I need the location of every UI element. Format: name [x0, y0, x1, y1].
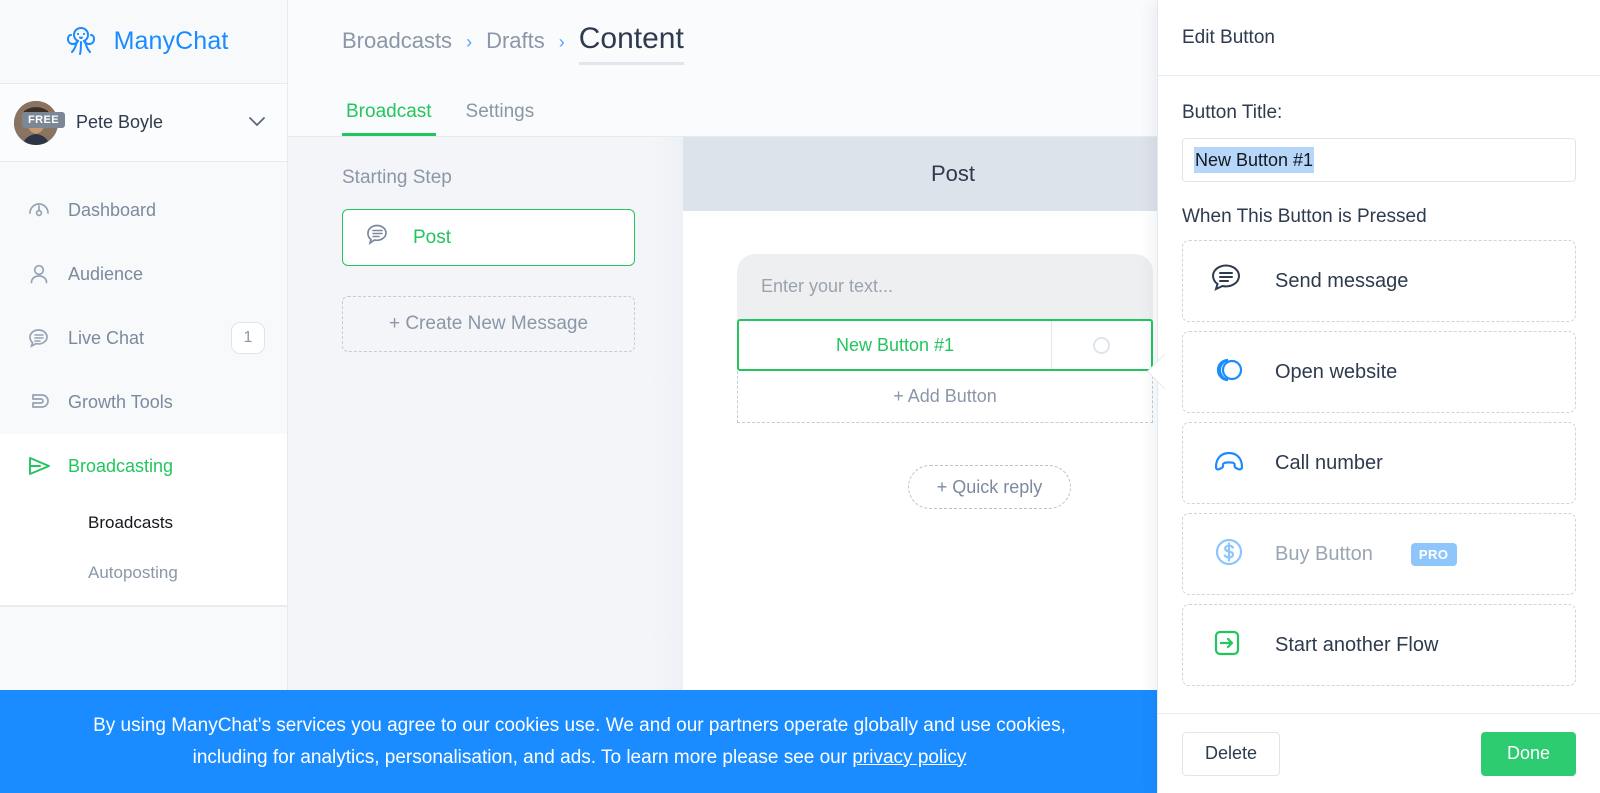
- sidebar-subitem-autoposting[interactable]: Autoposting: [0, 548, 287, 598]
- tab-broadcast[interactable]: Broadcast: [342, 101, 436, 136]
- breadcrumb-separator-icon: ›: [558, 32, 565, 52]
- app-root: ManyChat FREE Pete Boyle Dashboard Audie…: [0, 0, 1600, 793]
- phone-icon: [1209, 443, 1249, 484]
- privacy-policy-link[interactable]: privacy policy: [852, 747, 966, 768]
- sidebar-item-label: Audience: [68, 263, 144, 284]
- action-open-website[interactable]: Open website: [1182, 331, 1576, 413]
- breadcrumb: Broadcasts › Drafts › Content: [342, 22, 684, 65]
- action-start-another-flow[interactable]: Start another Flow: [1182, 604, 1576, 686]
- panel-footer: Delete Done: [1158, 713, 1600, 793]
- action-buy-button[interactable]: Buy Button PRO: [1182, 513, 1576, 595]
- sidebar-subitem-label: Autoposting: [88, 563, 178, 582]
- preview-button-connector[interactable]: [1051, 321, 1151, 369]
- add-button-label: + Add Button: [893, 386, 997, 406]
- sidebar-item-label: Broadcasting: [68, 455, 174, 476]
- sidebar-group-broadcasting: Broadcasting Broadcasts Autoposting: [0, 434, 287, 606]
- sidebar-item-broadcasting[interactable]: Broadcasting: [0, 434, 287, 498]
- person-icon: [26, 261, 68, 287]
- step-card-post[interactable]: Post: [342, 209, 635, 266]
- message-lines-icon: [365, 222, 395, 254]
- brand-logo[interactable]: ManyChat: [0, 0, 287, 84]
- edit-button-panel: Edit Button Button Title: New Button #1 …: [1157, 0, 1600, 793]
- sidebar: ManyChat FREE Pete Boyle Dashboard Audie…: [0, 0, 288, 793]
- quick-reply-button[interactable]: + Quick reply: [907, 465, 1072, 509]
- sidebar-bottom-area: [0, 606, 287, 793]
- preview-title: Post: [930, 161, 976, 186]
- action-label: Open website: [1275, 360, 1398, 383]
- gauge-icon: [26, 197, 68, 223]
- preview-button-row[interactable]: New Button #1: [737, 319, 1153, 371]
- chat-bubble-icon: [26, 325, 68, 351]
- panel-title: Edit Button: [1182, 26, 1275, 48]
- create-new-message-label: + Create New Message: [388, 313, 589, 334]
- tab-settings[interactable]: Settings: [462, 101, 539, 136]
- cookie-banner-text: By using ManyChat's services you agree t…: [80, 710, 1080, 774]
- profile-switcher[interactable]: FREE Pete Boyle: [0, 84, 287, 162]
- add-button[interactable]: + Add Button: [737, 371, 1153, 423]
- manychat-octopus-logo-icon: [59, 22, 103, 62]
- profile-name: Pete Boyle: [76, 112, 164, 132]
- action-list: Send message Open website Call number Bu…: [1182, 240, 1576, 686]
- delete-button[interactable]: Delete: [1182, 731, 1281, 776]
- step-card-label: Post: [413, 226, 452, 248]
- pro-badge: PRO: [1410, 542, 1457, 566]
- preview-title-bar: Post: [683, 137, 1223, 211]
- sidebar-item-audience[interactable]: Audience: [0, 242, 287, 306]
- cookie-line-1: By using ManyChat's services you agree t…: [93, 714, 1066, 736]
- sidebar-item-live-chat[interactable]: Live Chat 1: [0, 306, 287, 370]
- when-pressed-label: When This Button is Pressed: [1182, 206, 1427, 227]
- sidebar-item-label: Growth Tools: [68, 391, 173, 412]
- action-label: Send message: [1275, 269, 1409, 292]
- cookie-line-2: including for analytics, personalisation…: [192, 746, 853, 768]
- plan-badge: FREE: [22, 112, 65, 128]
- button-title-field-shell: New Button #1: [1182, 138, 1576, 182]
- action-send-message[interactable]: Send message: [1182, 240, 1576, 322]
- preview-button-label: New Button #1: [835, 334, 955, 355]
- action-label: Call number: [1275, 451, 1383, 474]
- page-tabs: Broadcast Settings: [342, 101, 538, 136]
- sidebar-item-growth-tools[interactable]: Growth Tools: [0, 370, 287, 434]
- message-bubble-wrap: Enter your text... New Button #1 + Add B…: [683, 211, 1153, 509]
- sidebar-item-dashboard[interactable]: Dashboard: [0, 178, 287, 242]
- dollar-circle-icon: [1209, 534, 1249, 575]
- message-lines-icon: [1209, 261, 1249, 302]
- message-text-placeholder: Enter your text...: [761, 276, 894, 296]
- sidebar-subitem-broadcasts[interactable]: Broadcasts: [0, 498, 287, 548]
- sidebar-nav: Dashboard Audience Live Chat 1 Growth To…: [0, 162, 287, 793]
- button-title-input[interactable]: [1182, 138, 1576, 182]
- button-title-label: Button Title:: [1182, 102, 1283, 123]
- brand-name: ManyChat: [113, 27, 229, 55]
- action-call-number[interactable]: Call number: [1182, 422, 1576, 504]
- cookie-banner: By using ManyChat's services you agree t…: [0, 690, 1159, 793]
- create-new-message-button[interactable]: + Create New Message: [342, 296, 635, 352]
- sidebar-subitem-label: Broadcasts: [88, 513, 174, 532]
- breadcrumb-item-broadcasts[interactable]: Broadcasts: [342, 28, 452, 54]
- panel-header: Edit Button: [1158, 0, 1600, 76]
- live-chat-count-badge: 1: [231, 322, 265, 354]
- panel-body: Button Title: New Button #1 When This Bu…: [1158, 76, 1600, 713]
- tab-label: Broadcast: [346, 101, 432, 122]
- action-label: Buy Button: [1275, 542, 1373, 565]
- message-text-field[interactable]: Enter your text...: [737, 254, 1153, 327]
- connector-dot-icon: [1093, 336, 1110, 354]
- tab-label: Settings: [465, 101, 535, 122]
- link-chain-icon: [1209, 352, 1249, 393]
- chevron-down-icon[interactable]: [249, 114, 265, 131]
- action-label: Start another Flow: [1275, 633, 1439, 656]
- quick-reply-label: + Quick reply: [936, 476, 1043, 497]
- breadcrumb-separator-icon: ›: [466, 32, 473, 52]
- sidebar-item-label: Dashboard: [68, 199, 157, 220]
- arrow-right-box-icon: [1209, 625, 1249, 666]
- sidebar-item-label: Live Chat: [68, 327, 145, 348]
- breadcrumb-item-drafts[interactable]: Drafts: [486, 28, 545, 54]
- done-button[interactable]: Done: [1480, 731, 1576, 776]
- starting-step-label: Starting Step: [342, 167, 452, 188]
- send-paper-plane-icon: [26, 453, 68, 479]
- page-title: Content: [578, 22, 684, 65]
- magnet-icon: [26, 389, 68, 415]
